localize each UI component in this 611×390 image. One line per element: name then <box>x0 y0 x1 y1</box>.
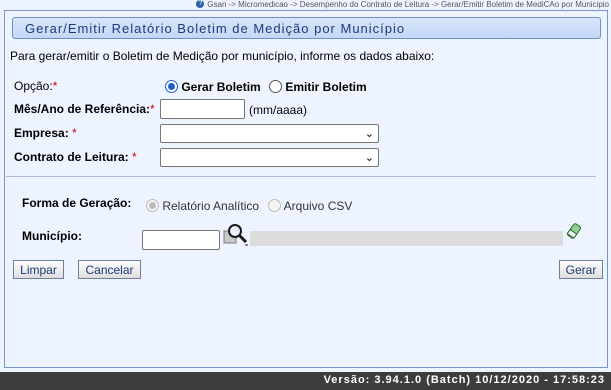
forma-analitico[interactable]: Relatório Analítico <box>146 199 259 213</box>
opcao-label-text: Opção: <box>14 79 53 93</box>
title-bar: Gerar/Emitir Relatório Boletim de Mediçã… <box>12 17 601 39</box>
radio-relatorio-analitico[interactable] <box>146 199 159 212</box>
opcao-emitir[interactable]: Emitir Boletim <box>269 80 367 94</box>
contrato-label-text: Contrato de Leitura: <box>14 150 129 164</box>
empresa-label-text: Empresa: <box>14 126 69 140</box>
mes-ano-input[interactable] <box>160 99 245 119</box>
municipio-label: Município: <box>22 229 82 243</box>
contrato-select[interactable]: ⌄ <box>160 148 379 167</box>
page-title: Gerar/Emitir Relatório Boletim de Mediçã… <box>25 21 406 36</box>
mes-ano-label: Mês/Ano de Referência:* <box>14 102 155 116</box>
radio-gerar-label: Gerar Boletim <box>181 80 261 94</box>
form-panel: Gerar/Emitir Relatório Boletim de Mediçã… <box>4 10 608 368</box>
opcao-label: Opção:* <box>14 79 57 93</box>
help-icon[interactable]: ? <box>196 0 205 8</box>
mes-ano-label-text: Mês/Ano de Referência: <box>14 102 151 116</box>
breadcrumb: ? Gsan -> Micromedicao -> Desempenho do C… <box>0 0 611 9</box>
radio-emitir-label: Emitir Boletim <box>285 80 367 94</box>
radio-emitir-boletim[interactable] <box>269 80 282 93</box>
radio-csv-label: Arquivo CSV <box>283 199 353 213</box>
breadcrumb-text: Gsan -> Micromedicao -> Desempenho do Co… <box>207 0 609 9</box>
empresa-select[interactable]: ⌄ <box>160 124 379 143</box>
required-mark: * <box>72 126 77 140</box>
opcao-gerar[interactable]: Gerar Boletim <box>165 80 261 94</box>
intro-text: Para gerar/emitir o Boletim de Medição p… <box>10 49 435 63</box>
limpar-button[interactable]: Limpar <box>13 260 64 279</box>
mes-ano-hint: (mm/aaaa) <box>249 103 308 117</box>
contrato-label: Contrato de Leitura: * <box>14 150 137 164</box>
forma-geracao-label: Forma de Geração: <box>22 196 132 210</box>
radio-analitico-label: Relatório Analítico <box>162 199 260 213</box>
required-mark: * <box>150 102 155 116</box>
divider <box>6 176 596 177</box>
required-mark: * <box>132 150 137 164</box>
chevron-down-icon: ⌄ <box>364 128 374 140</box>
eraser-icon[interactable] <box>566 222 584 242</box>
required-mark: * <box>52 79 58 93</box>
search-magnifier-icon[interactable] <box>223 222 249 246</box>
municipio-name-display <box>250 231 563 246</box>
radio-arquivo-csv[interactable] <box>268 199 281 212</box>
radio-gerar-boletim[interactable] <box>165 80 178 93</box>
forma-csv[interactable]: Arquivo CSV <box>268 199 352 213</box>
version-footer: Versão: 3.94.1.0 (Batch) 10/12/2020 - 17… <box>0 372 611 390</box>
gerar-button[interactable]: Gerar <box>559 260 603 279</box>
cancelar-button[interactable]: Cancelar <box>78 260 141 279</box>
chevron-down-icon: ⌄ <box>364 152 374 164</box>
empresa-label: Empresa: * <box>14 126 77 140</box>
municipio-code-input[interactable] <box>142 230 220 250</box>
